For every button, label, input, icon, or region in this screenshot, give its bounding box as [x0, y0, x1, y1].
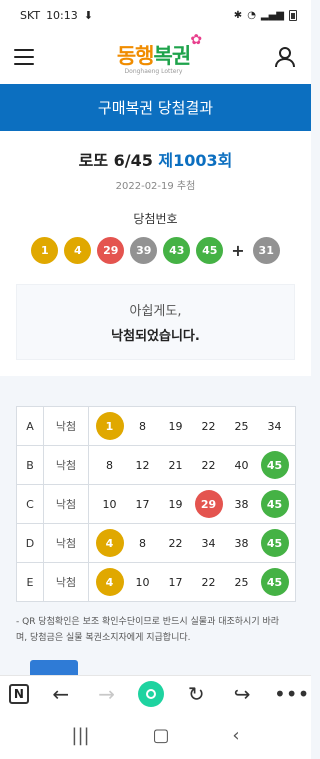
logo-flower-icon: ✿: [190, 31, 203, 48]
user-icon[interactable]: [273, 45, 297, 69]
ticket-row-status: 낙첨: [43, 562, 89, 602]
draw-result: 로또 6/45 제1003회 2022-02-19 추첨 당첨번호 1 4 29…: [0, 131, 311, 284]
winning-ball: 29: [97, 237, 125, 264]
bonus-ball: 31: [252, 237, 280, 264]
winning-ball: 4: [64, 237, 92, 264]
ticket-number: 21: [168, 458, 183, 472]
ticket-row: D 낙첨 4 8 22 34 38 45: [16, 523, 296, 563]
ticket-number: 19: [168, 497, 183, 511]
ticket-number: 38: [234, 497, 249, 511]
ticket-number-matched: 4: [95, 529, 124, 557]
ticket-row-letter: C: [16, 484, 44, 524]
ticket-number: 34: [267, 419, 282, 433]
app-header: 동행복권 Donghaeng Lottery ✿: [0, 30, 311, 84]
menu-icon[interactable]: [14, 49, 34, 65]
battery-icon: [289, 9, 297, 21]
winning-ball: 45: [196, 237, 224, 264]
ticket-number: 25: [234, 575, 249, 589]
home-icon[interactable]: [138, 681, 165, 707]
home-button-icon[interactable]: ▢: [152, 725, 169, 746]
ticket-row: C 낙첨 10 17 19 29 38 45: [16, 484, 296, 524]
winning-numbers-label: 당첨번호: [133, 212, 178, 226]
ticket-row-status: 낙첨: [43, 523, 89, 563]
ticket-number: 38: [234, 536, 249, 550]
back-icon[interactable]: ‹: [232, 725, 239, 746]
ticket-number-matched: 4: [95, 568, 124, 596]
ticket-number-matched: 45: [260, 568, 289, 596]
clock: 10:13: [46, 8, 78, 22]
ticket-number: 12: [135, 458, 150, 472]
ticket-row: E 낙첨 4 10 17 22 25 45: [16, 562, 296, 602]
notice-text: - QR 당첨확인은 보조 확인수단이므로 반드시 실물과 대조하시기 바라 며…: [16, 617, 280, 643]
share-icon[interactable]: ↪: [228, 684, 256, 704]
ticket-number: 8: [106, 458, 113, 472]
ticket-row-letter: D: [16, 523, 44, 563]
ticket-number: 10: [102, 497, 117, 511]
system-nav-bar: ||| ▢ ‹: [0, 712, 311, 759]
ticket-row-letter: B: [16, 445, 44, 485]
signal-icon: ▂▄▆: [260, 9, 284, 21]
result-message-line2: 낙첨되었습니다.: [111, 329, 200, 344]
ticket-table: A 낙첨 1 8 19 22 25 34 B 낙첨 8 12 21 22 40 45 C 낙첨 10 17 19 29 38…: [16, 406, 296, 602]
ticket-number: 22: [201, 575, 216, 589]
ticket-row-letter: A: [16, 406, 44, 446]
ticket-row: A 낙첨 1 8 19 22 25 34: [16, 406, 296, 446]
ticket-number: 17: [135, 497, 150, 511]
ticket-number: 19: [168, 419, 183, 433]
forward-arrow-icon[interactable]: →: [93, 684, 121, 704]
page-title: 구매복권 당첨결과: [97, 99, 214, 117]
refresh-icon[interactable]: ↻: [182, 684, 210, 704]
ticket-number: 34: [201, 536, 216, 550]
ticket-row-letter: E: [16, 562, 44, 602]
tabs-button[interactable]: N: [8, 684, 29, 704]
ticket-number: 40: [234, 458, 249, 472]
promo-banner: [0, 645, 311, 675]
winning-ball: 1: [31, 237, 59, 264]
carrier-label: SKT: [20, 8, 41, 22]
ticket-number: 8: [139, 419, 146, 433]
draw-round: 제1003회: [158, 151, 233, 170]
ticket-number-matched: 45: [260, 490, 289, 518]
ticket-number: 22: [168, 536, 183, 550]
ticket-number-matched: 29: [194, 490, 223, 518]
ticket-number: 10: [135, 575, 150, 589]
page-title-bar: 구매복권 당첨결과: [0, 84, 311, 131]
winning-numbers: 1 4 29 39 43 45 + 31: [0, 237, 311, 264]
ticket-number: 22: [201, 419, 216, 433]
promo-image[interactable]: [30, 660, 78, 675]
result-message-line1: 아쉽게도,: [129, 304, 182, 319]
ticket-row-status: 낙첨: [43, 445, 89, 485]
ticket-number: 22: [201, 458, 216, 472]
result-message: 아쉽게도, 낙첨되었습니다.: [16, 284, 295, 360]
ticket-number: 8: [139, 536, 146, 550]
wifi-icon: ◔: [247, 9, 256, 21]
browser-toolbar: N ← → ↻ ↪ •••: [0, 675, 311, 712]
ticket-row: B 낙첨 8 12 21 22 40 45: [16, 445, 296, 485]
status-bar: SKT 10:13 ⬇ ✱ ◔ ▂▄▆: [0, 0, 311, 30]
logo[interactable]: 동행복권 Donghaeng Lottery ✿: [117, 32, 202, 75]
ticket-number: 25: [234, 419, 249, 433]
winning-ball: 39: [130, 237, 158, 264]
back-arrow-icon[interactable]: ←: [47, 684, 75, 704]
ticket-number: 17: [168, 575, 183, 589]
ticket-row-status: 낙첨: [43, 406, 89, 446]
bluetooth-icon: ✱: [233, 9, 243, 21]
ticket-number-matched: 45: [260, 529, 289, 557]
draw-title: 로또 6/45 제1003회: [78, 151, 233, 170]
draw-date: 2022-02-19 추첨: [115, 181, 196, 192]
plus-icon: +: [231, 241, 245, 260]
ticket-number-matched: 45: [260, 451, 289, 479]
recent-apps-icon[interactable]: |||: [71, 725, 89, 746]
more-icon[interactable]: •••: [274, 684, 309, 704]
notification-icon: ⬇: [83, 8, 93, 22]
ticket-number-matched: 1: [95, 412, 124, 440]
ticket-row-status: 낙첨: [43, 484, 89, 524]
winning-ball: 43: [163, 237, 191, 264]
